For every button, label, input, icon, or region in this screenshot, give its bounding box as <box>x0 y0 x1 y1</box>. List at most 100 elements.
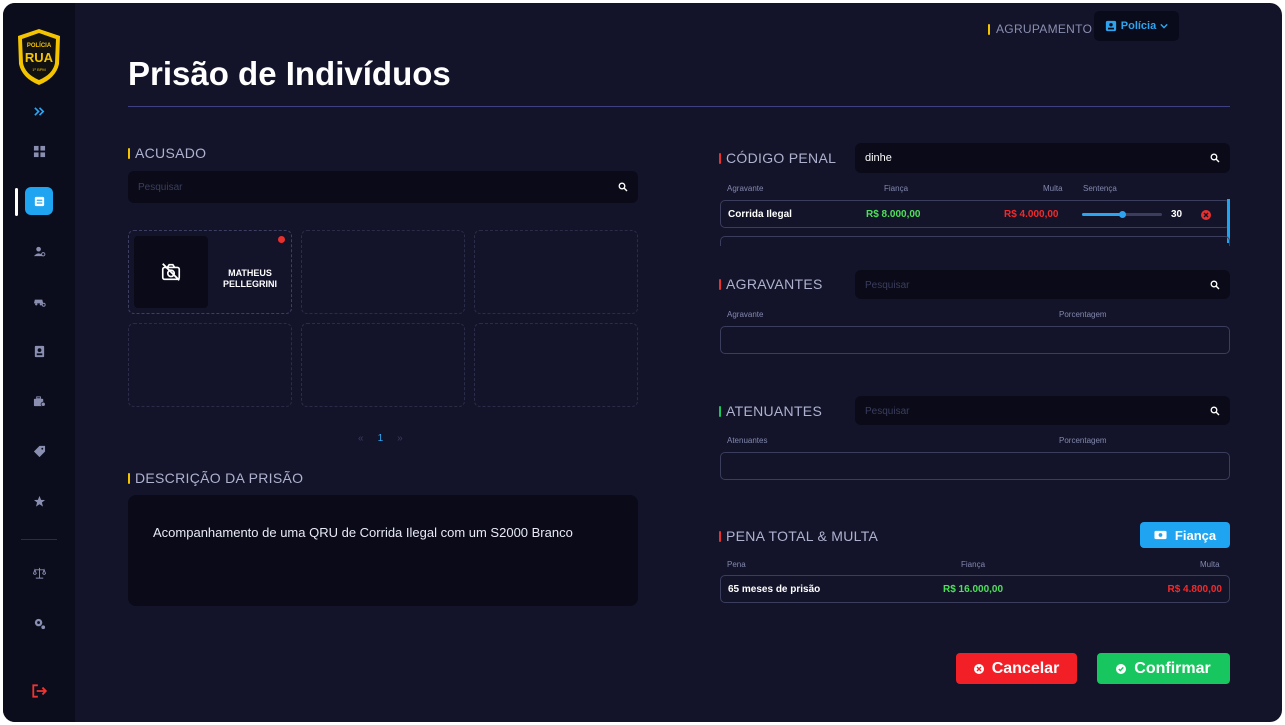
slider-fill <box>1082 213 1122 216</box>
title-divider <box>128 106 1230 107</box>
agravantes-search-input[interactable] <box>865 278 1210 291</box>
codigo-penal-search <box>855 143 1230 173</box>
header-multa: Multa <box>1200 560 1220 569</box>
chevron-down-icon <box>1160 23 1168 29</box>
codigo-penal-label-text: CÓDIGO PENAL <box>726 150 837 166</box>
descricao-label-text: DESCRIÇÃO DA PRISÃO <box>135 470 304 486</box>
search-icon[interactable] <box>1210 153 1220 163</box>
page-title: Prisão de Indivíduos <box>128 55 451 92</box>
person-search-icon[interactable] <box>25 237 53 265</box>
active-marker <box>15 188 18 216</box>
no-camera-icon <box>161 263 181 281</box>
agrupamento-label: AGRUPAMENTO <box>988 19 1092 39</box>
accused-name: MATHEUS PELLEGRINI <box>222 268 277 289</box>
search-icon[interactable] <box>618 182 628 192</box>
current-page[interactable]: 1 <box>378 433 384 444</box>
header-agravante: Agravante <box>727 184 764 193</box>
sidebar-divider <box>21 539 57 540</box>
svg-text:POLÍCIA: POLÍCIA <box>27 41 52 49</box>
star-icon[interactable] <box>25 487 53 515</box>
agravantes-list <box>720 326 1230 354</box>
money-icon <box>1154 530 1167 540</box>
crime-fianca: R$ 8.000,00 <box>866 209 921 220</box>
briefcase-icon[interactable] <box>25 387 53 415</box>
slider-handle[interactable] <box>1119 211 1126 218</box>
records-icon[interactable] <box>25 337 53 365</box>
agravantes-search <box>855 270 1230 299</box>
confirm-label: Confirmar <box>1134 659 1211 677</box>
descricao-textarea[interactable]: Acompanhamento de uma QRU de Corrida Ile… <box>128 495 638 606</box>
svg-text:RUA: RUA <box>25 50 54 65</box>
photo-placeholder <box>134 236 208 308</box>
acusado-label: ACUSADO <box>128 145 206 161</box>
remove-accused-dot[interactable] <box>278 236 285 243</box>
accused-slot-empty[interactable] <box>128 323 292 407</box>
check-icon <box>1116 663 1127 674</box>
confirm-button[interactable]: Confirmar <box>1097 653 1230 684</box>
dashboard-icon[interactable] <box>25 137 53 165</box>
accused-slot-empty[interactable] <box>301 323 465 407</box>
settings-icon[interactable] <box>25 609 53 637</box>
agrupamento-text: AGRUPAMENTO <box>996 22 1093 36</box>
atenuantes-label-text: ATENUANTES <box>726 403 823 419</box>
crime-multa: R$ 4.000,00 <box>1004 209 1059 220</box>
accused-card[interactable]: MATHEUS PELLEGRINI <box>128 230 292 314</box>
multa-total: R$ 4.800,00 <box>1167 584 1223 595</box>
pena-label-text: PENA TOTAL & MULTA <box>726 528 879 544</box>
expand-sidebar-icon[interactable] <box>25 97 53 125</box>
label-marker <box>988 23 990 35</box>
header-agravante: Agravante <box>727 310 764 319</box>
header-porcentagem: Porcentagem <box>1059 436 1107 445</box>
pena-total-row: 65 meses de prisão R$ 16.000,00 R$ 4.800… <box>720 575 1230 603</box>
search-icon[interactable] <box>1210 280 1220 290</box>
crime-row-partial <box>720 236 1230 246</box>
accused-slot-empty[interactable] <box>301 230 465 314</box>
sidebar: POLÍCIA RUA 1º BPM <box>3 3 75 722</box>
accused-slot-empty[interactable] <box>474 323 638 407</box>
codigo-penal-headers: Agravante Fiança Multa Sentença <box>720 184 1230 196</box>
prev-page-button[interactable]: « <box>358 433 364 444</box>
fianca-button-label: Fiança <box>1174 527 1217 543</box>
pagination: « 1 » <box>358 433 403 444</box>
next-page-button[interactable]: » <box>397 433 403 444</box>
atenuantes-search-input[interactable] <box>865 404 1210 417</box>
pena-label: PENA TOTAL & MULTA <box>719 528 878 544</box>
remove-crime-icon[interactable] <box>1201 210 1211 220</box>
fianca-button[interactable]: Fiança <box>1140 522 1230 548</box>
atenuantes-search <box>855 396 1230 425</box>
header-multa: Multa <box>1043 184 1063 193</box>
accused-slot-empty[interactable] <box>474 230 638 314</box>
header-atenuantes: Atenuantes <box>727 436 768 445</box>
codigo-penal-search-input[interactable] <box>865 152 1210 164</box>
fianca-total: R$ 16.000,00 <box>943 584 1004 595</box>
agravantes-label-text: AGRAVANTES <box>726 276 823 292</box>
logout-icon[interactable] <box>25 677 53 705</box>
arrest-icon[interactable] <box>25 187 53 215</box>
agrupamento-dropdown[interactable]: Polícia <box>1094 11 1179 41</box>
svg-text:1º BPM: 1º BPM <box>32 67 45 72</box>
tag-icon[interactable] <box>25 437 53 465</box>
crime-sentenca: 30 <box>1171 209 1183 220</box>
cancel-button[interactable]: Cancelar <box>956 653 1077 684</box>
sentence-slider[interactable] <box>1082 211 1162 218</box>
label-marker <box>719 405 721 417</box>
label-marker <box>719 530 721 542</box>
descricao-text: Acompanhamento de uma QRU de Corrida Ile… <box>153 525 573 540</box>
acusado-label-text: ACUSADO <box>135 145 207 161</box>
acusado-search <box>128 171 638 203</box>
vehicle-search-icon[interactable] <box>25 287 53 315</box>
app-window: POLÍCIA RUA 1º BPM AGRUPAMENTO Polícia P… <box>3 3 1282 722</box>
label-marker <box>128 147 130 159</box>
search-icon[interactable] <box>1210 406 1220 416</box>
crime-row[interactable]: Corrida Ilegal R$ 8.000,00 R$ 4.000,00 3… <box>720 199 1230 243</box>
scale-icon[interactable] <box>25 559 53 587</box>
header-porcentagem: Porcentagem <box>1059 310 1107 319</box>
acusado-search-input[interactable] <box>138 181 618 193</box>
header-fianca: Fiança <box>961 560 986 569</box>
agravantes-label: AGRAVANTES <box>719 276 823 292</box>
header-pena: Pena <box>727 560 746 569</box>
header-sentenca: Sentença <box>1083 184 1117 193</box>
police-logo: POLÍCIA RUA 1º BPM <box>16 28 62 86</box>
pena-headers: Pena Fiança Multa <box>720 560 1230 572</box>
atenuantes-list <box>720 452 1230 480</box>
